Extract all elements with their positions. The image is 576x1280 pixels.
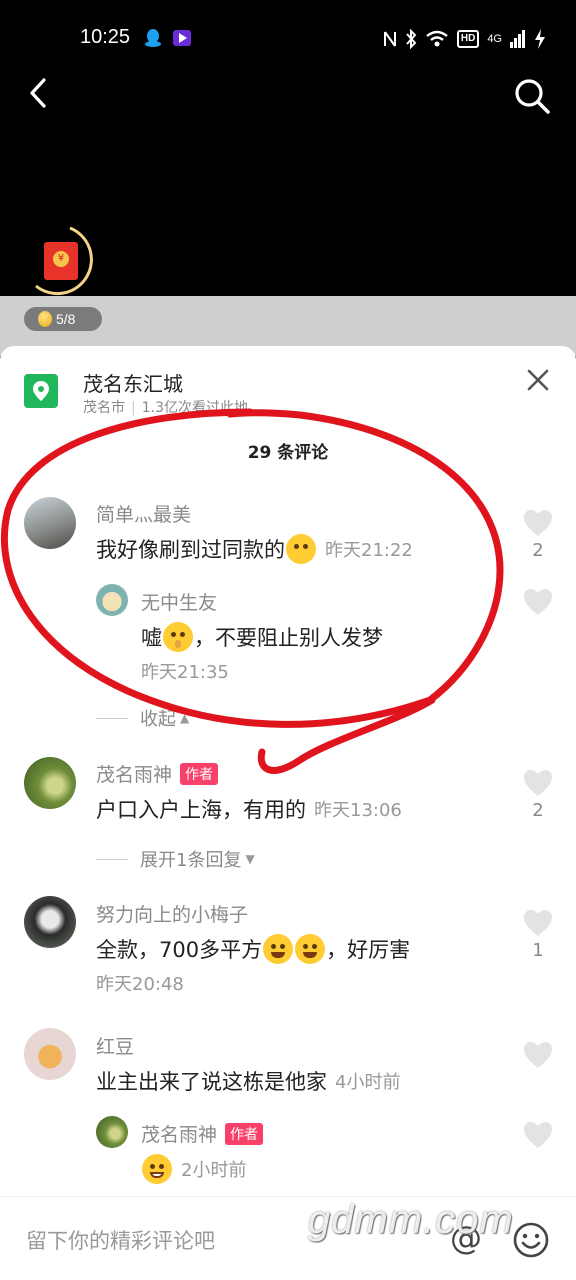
search-button[interactable] <box>514 76 552 114</box>
comment-text[interactable]: 我好像刷到过同款的 昨天21:22 <box>96 534 413 564</box>
nickname-text: 茂名雨神 <box>141 1124 218 1146</box>
qq-icon <box>145 29 161 47</box>
like-count: 2 <box>532 540 544 561</box>
comment-time: 昨天20:48 <box>96 974 184 995</box>
reply-nickname[interactable]: 无中生友 <box>141 588 217 615</box>
comment-body: 业主出来了说这栋是他家 <box>96 1070 327 1094</box>
app-notification-icon <box>173 30 191 46</box>
reply-text[interactable]: 嘘 ，不要阻止别人发梦 <box>141 622 383 652</box>
comment-nickname[interactable]: 红豆 <box>96 1032 134 1059</box>
nfc-icon <box>383 31 396 47</box>
comment-time: 4小时前 <box>335 1072 401 1093</box>
close-button[interactable] <box>524 366 552 394</box>
like-count: 2 <box>532 800 544 821</box>
hd-icon: HD <box>456 30 480 48</box>
author-badge: 作者 <box>225 1123 264 1145</box>
coin-progress-badge: 5/8 <box>24 307 102 331</box>
collapse-label: 收起 <box>140 709 176 730</box>
comment-body-end: ，好厉害 <box>326 938 411 962</box>
location-pin-icon <box>24 374 58 408</box>
comment-sheet: 茂名东汇城 茂名市 | 1.3亿次看过此地 29 条评论 简单灬最美 我好像刷到过同… <box>0 346 576 1280</box>
author-badge: 作者 <box>180 763 219 785</box>
watermark: gdmm.com <box>308 1198 514 1242</box>
status-bar: 10:25 HD 4G <box>0 0 576 76</box>
comment-nickname[interactable]: 简单灬最美 <box>96 500 191 527</box>
comment-count: 29 条评论 <box>247 443 329 463</box>
red-packet-widget[interactable]: ¥ <box>30 224 102 300</box>
charging-icon <box>535 29 545 49</box>
comment-text[interactable]: 户口入户上海，有用的 昨天13:06 <box>96 794 402 824</box>
caret-up-icon: ▲ <box>180 711 190 725</box>
status-icons: HD 4G <box>383 28 546 50</box>
comment-body: 我好像刷到过同款的 <box>96 538 285 562</box>
thinking-emoji-icon <box>286 534 316 564</box>
avatar[interactable] <box>24 497 76 549</box>
reply-nickname[interactable]: 茂名雨神 作者 <box>141 1120 264 1147</box>
comment-nickname[interactable]: 努力向上的小梅子 <box>96 900 248 927</box>
gold-coin-icon <box>38 311 52 327</box>
avatar[interactable] <box>24 757 76 809</box>
heart-icon[interactable] <box>522 908 554 938</box>
coin-progress-text: 5/8 <box>56 311 76 327</box>
status-time: 10:25 <box>80 26 131 48</box>
network-type: 4G <box>487 33 502 45</box>
expand-label: 展开1条回复 <box>140 850 242 871</box>
expand-replies-button[interactable]: 展开1条回复 ▼ <box>96 846 255 872</box>
comment-nickname[interactable]: 茂名雨神 作者 <box>96 760 219 787</box>
avatar[interactable] <box>96 1116 128 1148</box>
avatar[interactable] <box>96 584 128 616</box>
comment-input[interactable]: 留下你的精彩评论吧 <box>26 1225 215 1255</box>
red-packet-icon: ¥ <box>44 242 78 280</box>
reply-body-start: 嘘 <box>141 626 162 650</box>
comment-text[interactable]: 全款，700多平方 ，好厉害 <box>96 934 410 964</box>
avatar[interactable] <box>24 896 76 948</box>
crying-laughing-emoji-icon <box>295 934 326 964</box>
shushing-emoji-icon <box>163 622 193 652</box>
reply-time: 2小时前 <box>181 1160 247 1181</box>
location-views: 1.3亿次看过此地 <box>141 400 248 416</box>
like-count: 1 <box>532 940 544 961</box>
reply-body-end: ，不要阻止别人发梦 <box>194 626 383 650</box>
heart-icon[interactable] <box>522 1120 554 1150</box>
grinning-emoji-icon <box>142 1154 172 1184</box>
avatar[interactable] <box>24 1028 76 1080</box>
heart-icon[interactable] <box>522 768 554 798</box>
location-name[interactable]: 茂名东汇城 <box>83 368 183 397</box>
caret-down-icon: ▼ <box>245 852 255 866</box>
collapse-replies-button[interactable]: 收起 ▲ <box>96 705 189 731</box>
emoji-picker-icon[interactable] <box>512 1221 550 1259</box>
nickname-text: 茂名雨神 <box>96 764 173 786</box>
comment-time: 昨天21:22 <box>325 540 413 561</box>
comment-time: 昨天13:06 <box>314 800 402 821</box>
back-button[interactable] <box>24 76 54 110</box>
heart-icon[interactable] <box>522 1040 554 1070</box>
bluetooth-icon <box>406 29 417 49</box>
comment-body: 户口入户上海，有用的 <box>96 798 306 822</box>
comment-text[interactable]: 业主出来了说这栋是他家 4小时前 <box>96 1066 400 1096</box>
heart-icon[interactable] <box>522 508 554 538</box>
wifi-icon <box>426 30 448 47</box>
heart-icon[interactable] <box>522 587 554 617</box>
location-meta: 茂名市 | 1.3亿次看过此地 <box>83 400 248 416</box>
location-city: 茂名市 <box>83 400 125 416</box>
reply-text[interactable]: 2小时前 <box>141 1154 246 1184</box>
signal-icon <box>510 30 525 48</box>
reply-time: 昨天21:35 <box>141 662 229 683</box>
comment-body: 全款，700多平方 <box>96 938 263 962</box>
crying-laughing-emoji-icon <box>263 934 294 964</box>
